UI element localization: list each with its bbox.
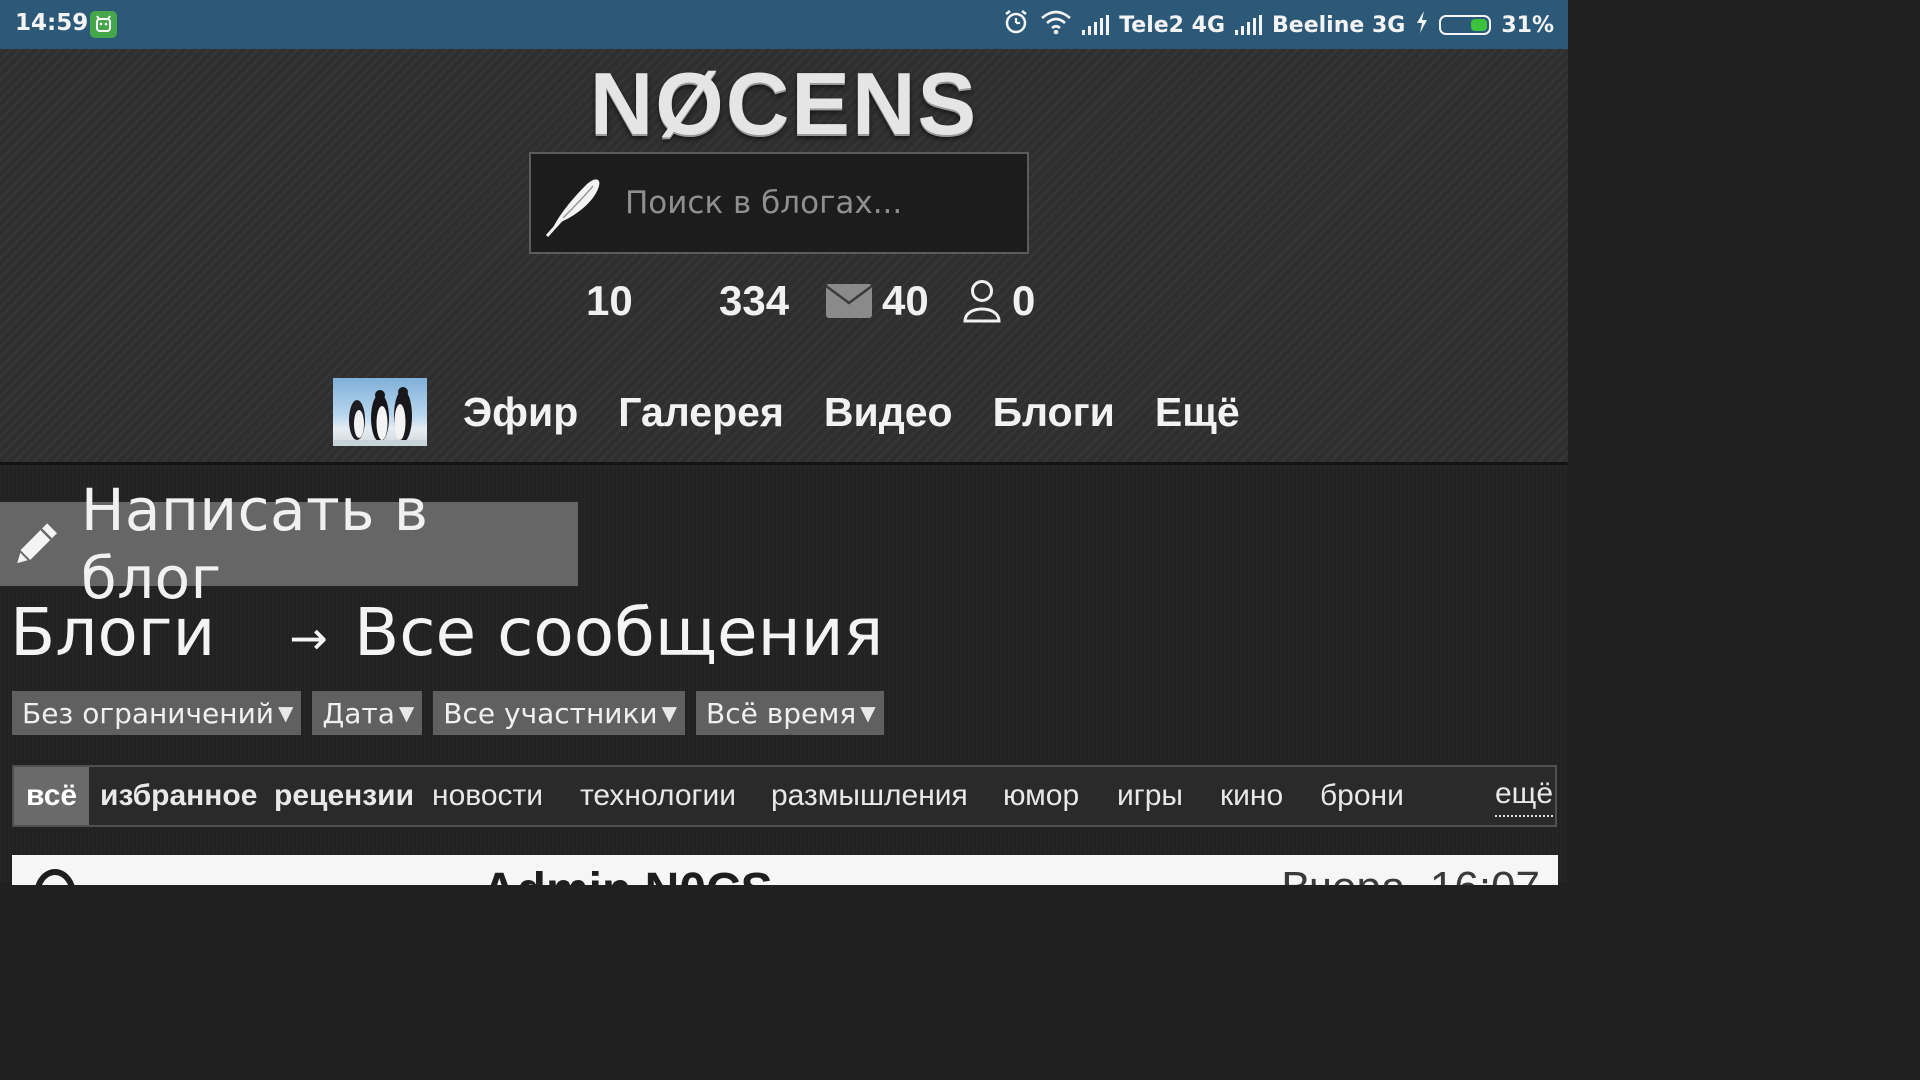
- post-preview[interactable]: Admin N0CS Вчера, 16:07: [12, 855, 1558, 885]
- breadcrumb: Блоги → Все сообщения: [10, 587, 883, 677]
- signal-icon: [1082, 15, 1110, 35]
- main-nav: Эфир Галерея Видео Блоги Ещё: [333, 377, 1280, 447]
- counter-messages[interactable]: 40: [826, 277, 929, 325]
- counter-value: 334: [719, 277, 790, 324]
- chevron-down-icon: ▼: [398, 701, 415, 725]
- site-logo[interactable]: NØCENS: [0, 53, 1568, 155]
- post-date: Вчера, 16:07: [1281, 863, 1540, 885]
- tags-more-link[interactable]: ещё: [1495, 773, 1554, 817]
- tag-all[interactable]: всё: [14, 767, 90, 825]
- signal-icon: [1235, 15, 1263, 35]
- blog-search[interactable]: [529, 152, 1029, 254]
- counter-notifications[interactable]: 10: [586, 277, 633, 325]
- filter-members-dropdown[interactable]: Все участники ▼: [433, 691, 685, 735]
- status-time: 14:59: [15, 10, 89, 36]
- notification-android-icon: [90, 11, 117, 38]
- page-title: Все сообщения: [353, 593, 884, 671]
- counter-value: 10: [586, 277, 633, 324]
- write-to-blog-button[interactable]: Написать в блог: [0, 476, 578, 612]
- carrier1-label: Tele2 4G: [1119, 12, 1226, 38]
- filter-bar: Без ограничений ▼ Дата ▼ Все участники ▼ Вс…: [12, 691, 884, 735]
- filter-sort-dropdown[interactable]: Дата ▼: [312, 691, 423, 735]
- chevron-down-icon: ▼: [860, 701, 876, 725]
- search-input[interactable]: [623, 176, 1017, 230]
- carrier2-label: Beeline 3G: [1272, 12, 1406, 38]
- tag-news[interactable]: новости: [432, 767, 543, 825]
- breadcrumb-arrow: →: [289, 611, 328, 665]
- avatar[interactable]: [333, 378, 427, 446]
- breadcrumb-root[interactable]: Блоги: [10, 594, 215, 671]
- tag-thoughts[interactable]: размышления: [771, 767, 968, 825]
- nav-link-gallery[interactable]: Галерея: [618, 389, 784, 436]
- filter-label: Дата: [322, 696, 395, 730]
- charging-icon: [1415, 10, 1429, 40]
- battery-icon: [1439, 15, 1492, 35]
- wifi-icon: [1040, 9, 1072, 41]
- page-content: Написать в блог Блоги → Все сообщения Бе…: [0, 465, 1568, 885]
- counter-value: 40: [882, 277, 929, 324]
- nav-link-efir[interactable]: Эфир: [463, 389, 578, 436]
- counter-value: 0: [1012, 277, 1036, 324]
- filter-restriction-dropdown[interactable]: Без ограничений ▼: [12, 691, 302, 735]
- tag-favorites[interactable]: избранное: [100, 767, 257, 825]
- nav-link-video[interactable]: Видео: [824, 389, 953, 436]
- user-counters: 10 334 40 0: [0, 277, 1568, 327]
- tag-technology[interactable]: технологии: [580, 767, 736, 825]
- tag-games[interactable]: игры: [1117, 767, 1183, 825]
- feather-icon: [545, 179, 600, 238]
- status-bar: 14:59 Tele2 4G Beeline 3G 31%: [0, 0, 1568, 49]
- pencil-icon: [14, 523, 57, 566]
- counter-friends[interactable]: 0: [962, 277, 1035, 325]
- envelope-icon: [826, 284, 872, 318]
- chevron-down-icon: ▼: [661, 701, 677, 725]
- nav-link-blogs[interactable]: Блоги: [993, 389, 1115, 436]
- filter-period-dropdown[interactable]: Всё время ▼: [696, 691, 884, 735]
- user-icon: [963, 280, 1001, 323]
- tag-brony[interactable]: брони: [1320, 767, 1404, 825]
- battery-percent: 31%: [1501, 12, 1554, 38]
- counter-comments[interactable]: 334: [719, 277, 789, 325]
- post-icon: [34, 869, 76, 885]
- nav-link-more[interactable]: Ещё: [1155, 389, 1240, 436]
- status-right: Tele2 4G Beeline 3G 31%: [1002, 10, 1554, 40]
- tag-reviews[interactable]: рецензии: [274, 767, 414, 825]
- filter-label: Все участники: [443, 696, 658, 730]
- chevron-down-icon: ▼: [277, 701, 294, 725]
- tag-bar: всё избранное рецензии новости технологи…: [12, 765, 1557, 827]
- tag-cinema[interactable]: кино: [1220, 767, 1283, 825]
- filter-label: Без ограничений: [22, 696, 274, 730]
- site-header: NØCENS 10 334 40 0: [0, 49, 1568, 465]
- filter-label: Всё время: [706, 696, 857, 730]
- post-author[interactable]: Admin N0CS: [482, 863, 773, 885]
- alarm-icon: [1002, 8, 1030, 42]
- tag-humor[interactable]: юмор: [1003, 767, 1079, 825]
